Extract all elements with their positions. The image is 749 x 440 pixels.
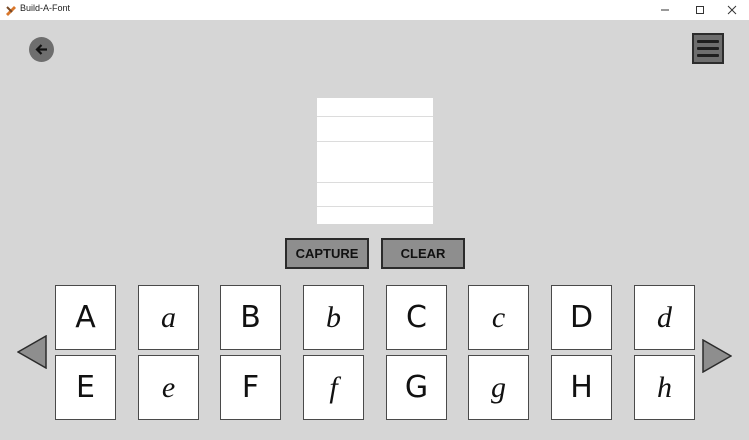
- guide-line: [317, 182, 433, 183]
- guide-line: [317, 206, 433, 207]
- back-button[interactable]: [29, 37, 54, 62]
- minimize-icon: [661, 9, 669, 11]
- glyph-character: A: [75, 300, 96, 335]
- menu-button[interactable]: [692, 33, 724, 64]
- glyph-character: h: [657, 370, 672, 404]
- glyph-character: g: [491, 370, 506, 404]
- glyph-character: E: [76, 370, 95, 405]
- app-icon: [6, 6, 16, 16]
- triangle-left-icon: [17, 335, 47, 369]
- glyph-character: c: [491, 300, 506, 334]
- glyph-character: B: [240, 300, 261, 335]
- glyph-cell-d[interactable]: d: [634, 285, 695, 350]
- drawing-canvas[interactable]: [317, 98, 433, 224]
- triangle-right-icon: [702, 339, 732, 373]
- window-title: Build-A-Font: [20, 3, 71, 13]
- glyph-cell-e[interactable]: e: [138, 355, 199, 420]
- glyph-cell-A[interactable]: A: [55, 285, 116, 350]
- close-button[interactable]: [715, 0, 749, 20]
- title-bar: Build-A-Font: [0, 0, 749, 20]
- minimize-button[interactable]: [648, 0, 682, 20]
- glyph-character: e: [161, 370, 176, 404]
- maximize-button[interactable]: [683, 0, 717, 20]
- glyph-cell-c[interactable]: c: [468, 285, 529, 350]
- glyph-character: D: [569, 300, 594, 335]
- glyph-cell-H[interactable]: H: [551, 355, 612, 420]
- glyph-character: d: [657, 300, 672, 334]
- glyph-cell-D[interactable]: D: [551, 285, 612, 350]
- glyph-cell-B[interactable]: B: [220, 285, 281, 350]
- close-icon: [727, 5, 737, 15]
- glyph-cell-b[interactable]: b: [303, 285, 364, 350]
- glyph-character: C: [406, 300, 427, 335]
- glyph-cell-a[interactable]: a: [138, 285, 199, 350]
- glyph-cell-G[interactable]: G: [386, 355, 447, 420]
- previous-page-button[interactable]: [17, 335, 47, 369]
- capture-button[interactable]: CAPTURE: [285, 238, 369, 269]
- glyph-cell-g[interactable]: g: [468, 355, 529, 420]
- glyph-cell-f[interactable]: f: [303, 355, 364, 420]
- glyph-character: b: [326, 300, 341, 334]
- glyph-character: a: [161, 300, 176, 334]
- glyph-cell-C[interactable]: C: [386, 285, 447, 350]
- next-page-button[interactable]: [702, 339, 732, 373]
- guide-line: [317, 116, 433, 117]
- glyph-character: f: [329, 370, 338, 404]
- glyph-cell-F[interactable]: F: [220, 355, 281, 420]
- glyph-cell-E[interactable]: E: [55, 355, 116, 420]
- maximize-icon: [696, 6, 704, 14]
- hamburger-menu-icon: [697, 40, 719, 43]
- arrow-left-icon: [35, 44, 47, 55]
- guide-line: [317, 141, 433, 142]
- glyph-character: G: [404, 370, 429, 405]
- glyph-character: H: [570, 370, 593, 405]
- glyph-character: F: [241, 370, 260, 405]
- glyph-cell-h[interactable]: h: [634, 355, 695, 420]
- clear-button[interactable]: CLEAR: [381, 238, 465, 269]
